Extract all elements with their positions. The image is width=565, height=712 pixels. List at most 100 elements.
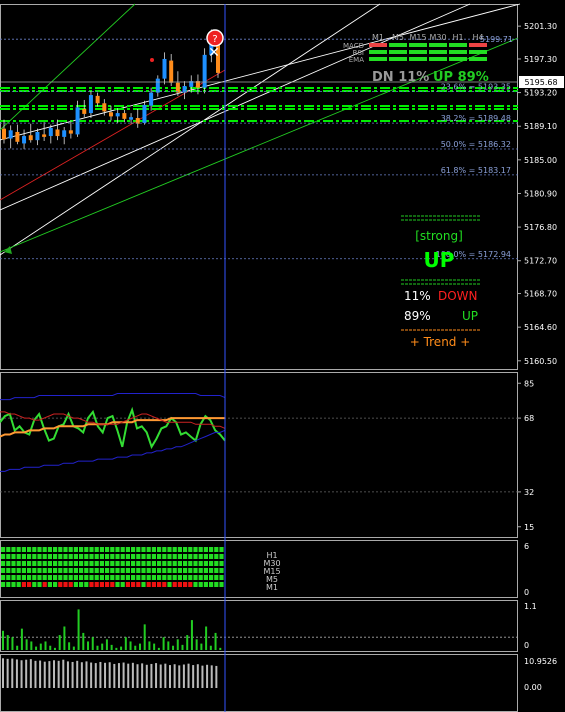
strength-cell xyxy=(47,554,52,559)
atr-bar xyxy=(215,665,218,688)
strength-cell xyxy=(167,561,172,566)
strength-cell xyxy=(37,561,42,566)
atr-bar xyxy=(104,662,107,688)
y-axis-label: 5197.30 xyxy=(524,55,557,64)
volume-bar xyxy=(153,643,156,650)
volume-bar xyxy=(162,637,165,650)
strength-cell xyxy=(105,582,110,587)
strength-cell xyxy=(37,582,42,587)
tf-cell xyxy=(429,50,447,54)
strength-cell xyxy=(58,554,63,559)
strength-cell xyxy=(125,561,130,566)
strength-grid xyxy=(1,547,224,587)
strength-cell xyxy=(99,554,104,559)
strength-cell xyxy=(203,554,208,559)
strength-cell xyxy=(37,547,42,552)
strength-cell xyxy=(11,554,16,559)
atr-bar xyxy=(66,661,69,688)
atr-bar xyxy=(80,662,83,688)
chart-canvas[interactable]: 23.6% = 5193.3538.2% = 5189.4850.0% = 51… xyxy=(0,0,565,712)
strength-cell xyxy=(68,554,73,559)
strength-cell xyxy=(131,554,136,559)
strength-cell xyxy=(203,575,208,580)
y-axis-label: 5172.70 xyxy=(524,257,557,266)
atr-bar xyxy=(43,661,46,688)
tf-cell xyxy=(389,50,407,54)
strength-cell xyxy=(172,554,177,559)
strength-cell xyxy=(73,554,78,559)
trading-chart-window: 23.6% = 5193.35 38.2% = 5189.48 50.0% = 51… xyxy=(0,0,565,712)
volume-axis-label: 1.1 xyxy=(524,602,537,611)
strength-cell xyxy=(183,554,188,559)
strength-cell xyxy=(203,568,208,573)
strength-cell xyxy=(167,582,172,587)
volume-bar xyxy=(20,628,23,650)
strength-cell xyxy=(177,582,182,587)
strength-cell xyxy=(214,582,219,587)
strength-cell xyxy=(136,568,141,573)
strength-cell xyxy=(219,547,224,552)
atr-bar xyxy=(99,661,102,688)
atr-bar xyxy=(164,663,167,688)
strength-cell xyxy=(136,547,141,552)
strength-cell xyxy=(131,568,136,573)
strength-cell xyxy=(84,547,89,552)
strength-cell xyxy=(162,554,167,559)
volume-bar xyxy=(87,641,90,650)
strength-cell xyxy=(110,575,115,580)
strength-cell xyxy=(84,582,89,587)
strength-cell xyxy=(99,582,104,587)
candle-body xyxy=(55,129,60,137)
strength-cell xyxy=(32,582,37,587)
atr-bar xyxy=(201,665,204,688)
volume-bar xyxy=(2,630,4,650)
volume-bar xyxy=(35,646,38,650)
strength-cell xyxy=(89,575,94,580)
candle-body xyxy=(102,103,107,112)
strength-cell xyxy=(68,568,73,573)
strength-row-label: M1 xyxy=(266,583,278,592)
tf-cell xyxy=(429,43,447,47)
up-pct: 89% xyxy=(404,309,431,323)
strength-cell xyxy=(131,561,136,566)
volume-bar xyxy=(134,645,137,650)
top-level-label: 5199.71 xyxy=(480,35,513,44)
strength-cell xyxy=(58,575,63,580)
strength-cell xyxy=(37,575,42,580)
strength-cell xyxy=(73,582,78,587)
strength-cell xyxy=(172,547,177,552)
strength-cell xyxy=(188,575,193,580)
atr-bar xyxy=(34,660,37,688)
strength-cell xyxy=(162,561,167,566)
strength-cell xyxy=(203,547,208,552)
strength-cell xyxy=(219,575,224,580)
atr-bar xyxy=(48,661,51,688)
strength-cell xyxy=(63,575,68,580)
strength-cell xyxy=(99,575,104,580)
strength-cell xyxy=(167,575,172,580)
strength-cell xyxy=(183,582,188,587)
atr-bar xyxy=(192,665,195,688)
strength-cell xyxy=(214,568,219,573)
strength-cell xyxy=(188,582,193,587)
strength-cell xyxy=(89,554,94,559)
volume-bar xyxy=(190,620,193,650)
strength-cell xyxy=(188,547,193,552)
atr-bar xyxy=(206,664,209,688)
atr-axis-label: 0.00 xyxy=(524,683,542,692)
indicator-row-label: EMA xyxy=(349,56,364,64)
strong-label: [strong] xyxy=(415,229,463,243)
strength-cell xyxy=(6,568,11,573)
strength-cell xyxy=(172,575,177,580)
strength-cell xyxy=(21,582,26,587)
strength-cell xyxy=(32,575,37,580)
y-axis-label: 5176.80 xyxy=(524,223,557,232)
strength-cell xyxy=(209,582,214,587)
tf-cell xyxy=(369,50,387,54)
atr-bar xyxy=(131,662,134,688)
strength-cell xyxy=(115,568,120,573)
fib-level-label: 61.8% = 5183.17 xyxy=(441,166,511,175)
atr-bar xyxy=(53,660,56,688)
volume-bar xyxy=(16,645,19,650)
tf-cell xyxy=(369,43,387,47)
